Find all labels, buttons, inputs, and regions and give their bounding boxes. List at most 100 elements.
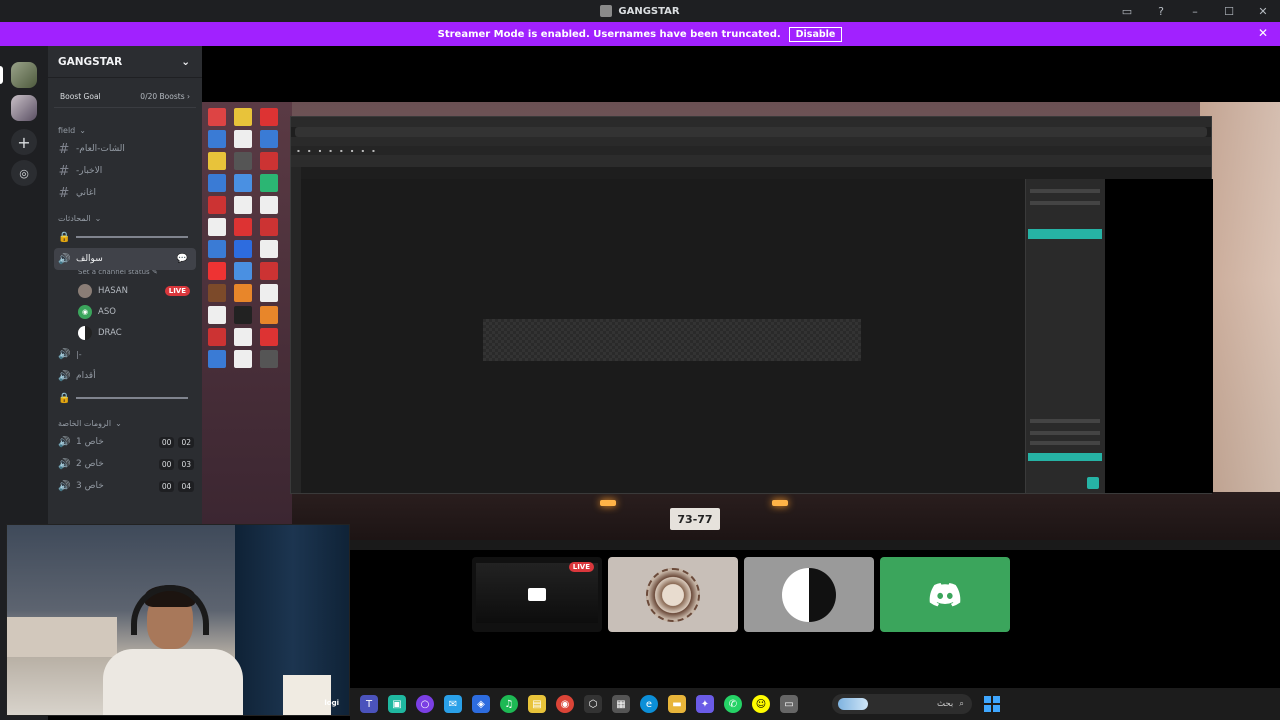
participant-tile[interactable] [608,557,738,632]
voice-channel-private-3[interactable]: 🔊 خاص 3 00 04 [48,475,202,497]
title-bar: GANGSTAR ▭ ? – ☐ ✕ [0,0,1280,22]
channel-label: خاص 3 [76,481,104,491]
tool-panel [291,167,301,493]
taskbar-search[interactable]: بحث ⌕ [832,694,972,714]
chrome-icon[interactable]: ◉ [556,695,574,713]
close-banner-icon[interactable]: ✕ [1258,26,1268,40]
edge-icon[interactable]: e [640,695,658,713]
member-name: HASAN [98,285,128,296]
boost-count: 0/20 Boosts [140,92,185,101]
text-channel-general[interactable]: # -الشات-العام [48,138,202,160]
avatar [646,567,700,622]
channel-label: خاص 2 [76,459,104,469]
avatar: ◉ [78,304,92,319]
search-label: بحث [937,699,954,709]
stream-video[interactable]: 73-77 ▪ ▪ ▪ ▪ ▪ ▪ ▪ ▪ [202,102,1280,550]
boost-goal[interactable]: Boost Goal 0/20 Boosts › [54,86,196,108]
text-channel-songs[interactable]: # اغاني [48,182,202,204]
search-icon: ⌕ [959,699,964,709]
participant-tile[interactable] [880,557,1010,632]
app-icon[interactable]: ▭ [780,695,798,713]
server-icon-gangstar[interactable] [11,62,37,88]
participant-tile[interactable] [744,557,874,632]
os-taskbar: T ▣ ○ ✉ ◈ ♫ ▤ ◉ ⬡ ▦ e ▬ ✦ ✆ ☺ ▭ بحث ⌕ [350,688,1280,720]
voice-channel-locked-1[interactable]: 🔒 [48,226,202,248]
add-server-icon[interactable]: + [11,129,37,155]
channel-label: أقدام [76,371,96,381]
close-window-icon[interactable]: ✕ [1246,0,1280,22]
webcam-brand: logi [324,699,339,707]
chevron-down-icon: ⌄ [181,55,190,68]
voice-member[interactable]: HASAN LIVE [48,280,202,301]
voice-member[interactable]: DRAC [48,322,202,343]
license-plate: 73-77 [670,508,720,530]
category-conversations[interactable]: المحادثات ⌄ [48,210,202,226]
channel-label-truncated [76,397,188,399]
copilot-icon[interactable]: ✦ [696,695,714,713]
member-name: ASO [98,306,116,317]
chat-icon[interactable]: 💬 [177,254,188,264]
server-name: GANGSTAR [58,55,123,68]
channel-label-truncated [76,236,188,238]
voice-channel-active[interactable]: 🔊 سوالف 💬 [54,248,196,270]
channel-label: اغاني [76,188,96,198]
category-private-rooms[interactable]: الرومات الخاصة ⌄ [48,415,202,431]
app-icon[interactable]: ○ [416,695,434,713]
avatar [782,567,836,622]
voice-channel-games[interactable]: 🔊 أقدام [48,365,202,387]
app-icon[interactable]: ▣ [388,695,406,713]
window-title-text: GANGSTAR [618,5,680,17]
server-header[interactable]: GANGSTAR ⌄ [48,46,202,78]
user-count: 00 [158,458,175,470]
user-count: 00 [158,480,175,492]
canvas-area [301,179,1025,493]
category-private-rooms-label: الرومات الخاصة [58,418,112,428]
channel-label: سوالف [76,254,103,264]
server-icon-2[interactable] [11,95,37,121]
category-field-label: field [58,125,76,135]
maximize-icon[interactable]: ☐ [1212,0,1246,22]
banner-text: Streamer Mode is enabled. Usernames have… [437,28,781,40]
layers-panel [1025,179,1105,493]
app-icon[interactable]: ⬡ [584,695,602,713]
live-badge: LIVE [164,285,190,296]
shield-icon[interactable]: ◈ [472,695,490,713]
voice-channel-locked-2[interactable]: 🔒 [48,387,202,409]
screen-share-tile[interactable]: LIVE [472,557,602,632]
teams-icon[interactable]: T [360,695,378,713]
monitor-icon [528,588,546,601]
streamer-mode-banner: Streamer Mode is enabled. Usernames have… [0,22,1280,46]
store-icon[interactable]: ▦ [612,695,630,713]
channel-sidebar: GANGSTAR ⌄ Boost Goal 0/20 Boosts › fiel… [48,46,202,526]
voice-channel[interactable]: 🔊 |- [48,343,202,365]
lock-icon: 🔒 [58,231,71,243]
disable-streamer-mode-button[interactable]: Disable [788,26,843,42]
hash-icon: # [58,163,70,179]
explore-icon[interactable]: ◎ [11,160,37,186]
voice-channel-private-1[interactable]: 🔊 خاص 1 00 02 [48,431,202,453]
desktop-icons-area [202,102,292,550]
minimize-icon[interactable]: – [1178,0,1212,22]
speaker-icon: 🔊 [58,370,71,382]
app-icon[interactable]: ▤ [528,695,546,713]
chat-app-icon[interactable]: ✉ [444,695,462,713]
live-badge: LIVE [568,562,594,572]
category-field[interactable]: field ⌄ [48,122,202,138]
spotify-icon[interactable]: ♫ [500,695,518,713]
active-server-pill [0,66,3,84]
windows-start-icon[interactable] [984,696,1000,712]
inbox-icon[interactable]: ▭ [1110,0,1144,22]
voice-member[interactable]: ◉ ASO [48,301,202,322]
voice-channel-private-2[interactable]: 🔊 خاص 2 00 03 [48,453,202,475]
channel-label: -الشات-العام [76,144,125,154]
folder-icon[interactable]: ▬ [668,695,686,713]
snapchat-icon[interactable]: ☺ [752,695,770,713]
transparent-canvas [483,319,861,361]
text-channel-news[interactable]: # -الاخبار [48,160,202,182]
help-icon[interactable]: ? [1144,0,1178,22]
stream-stage[interactable]: 73-77 ▪ ▪ ▪ ▪ ▪ ▪ ▪ ▪ [202,46,1280,556]
webcam-overlay: logi [6,524,350,716]
whatsapp-icon[interactable]: ✆ [724,695,742,713]
editor-corner-icon [1087,477,1099,489]
speaker-icon: 🔊 [58,253,71,265]
